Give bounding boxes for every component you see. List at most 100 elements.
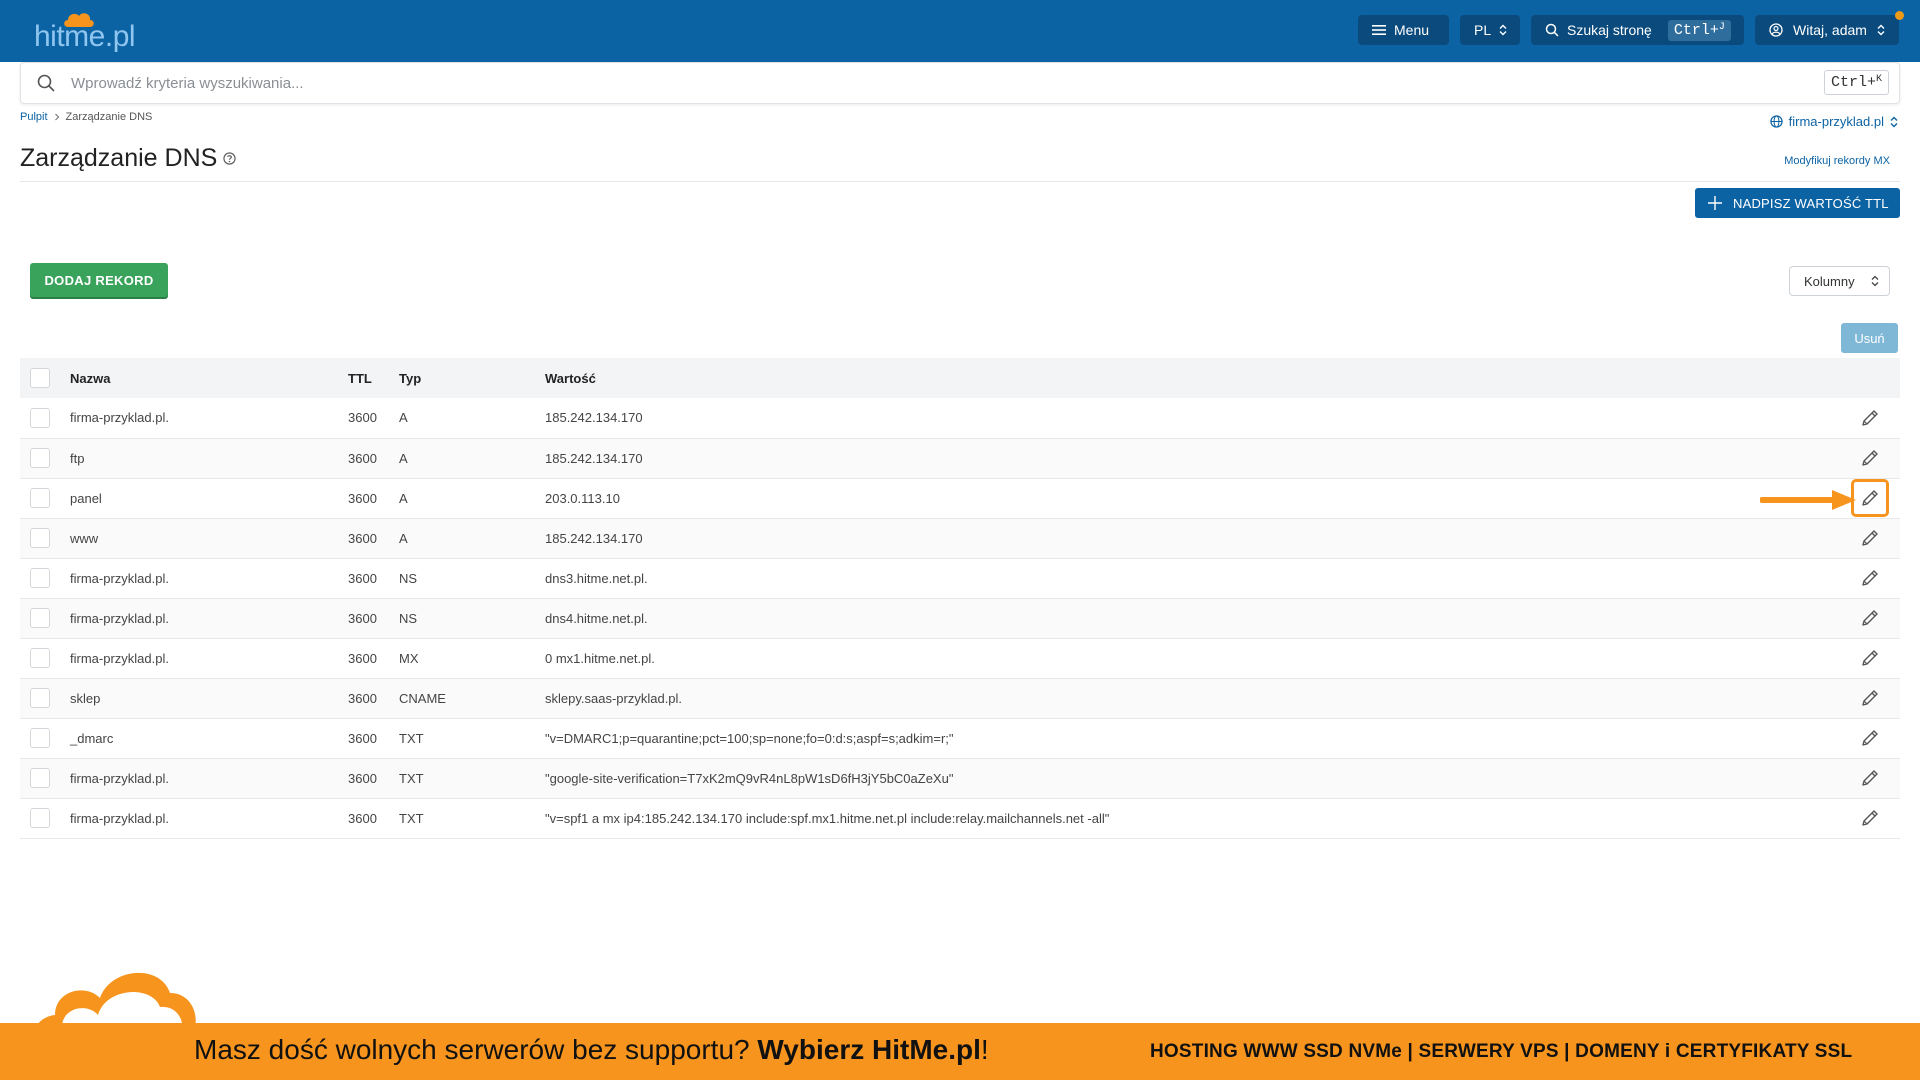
row-checkbox[interactable] (30, 488, 50, 508)
row-checkbox[interactable] (30, 808, 50, 828)
search-page-button[interactable]: Szukaj stronę Ctrl+J (1531, 15, 1744, 45)
override-ttl-button[interactable]: NADPISZ WARTOŚĆ TTL (1695, 188, 1900, 218)
record-value: 203.0.113.10 (545, 478, 1840, 519)
record-value: sklepy.saas-przyklad.pl. (545, 678, 1840, 719)
record-name: _dmarc (70, 718, 348, 759)
record-value: 185.242.134.170 (545, 518, 1840, 559)
record-name: firma-przyklad.pl. (70, 558, 348, 599)
add-record-button[interactable]: DODAJ REKORD (30, 263, 168, 297)
plus-icon (1708, 196, 1722, 210)
row-select-cell (20, 438, 70, 479)
banner-headline: Masz dość wolnych serwerów bez supportu?… (194, 1034, 989, 1066)
header-value[interactable]: Wartość (545, 358, 1840, 398)
record-type: TXT (399, 758, 545, 799)
record-name: www (70, 518, 348, 559)
edit-record-button[interactable] (1851, 439, 1889, 477)
table-row: www 3600 A 185.242.134.170 (20, 518, 1900, 559)
breadcrumb: Pulpit Zarządzanie DNS (20, 111, 152, 123)
search-icon (1545, 23, 1559, 37)
columns-button[interactable]: Kolumny (1789, 266, 1890, 296)
record-ttl: 3600 (348, 518, 399, 559)
table-row: firma-przyklad.pl. 3600 NS dns3.hitme.net.p… (20, 558, 1900, 599)
row-select-cell (20, 798, 70, 839)
row-checkbox[interactable] (30, 688, 50, 708)
pencil-icon (1862, 410, 1878, 426)
select-all-checkbox[interactable] (30, 368, 50, 388)
edit-record-button[interactable] (1851, 679, 1889, 717)
domain-selector-value: firma-przyklad.pl (1788, 114, 1884, 129)
record-value: 185.242.134.170 (545, 438, 1840, 479)
record-type: A (399, 518, 545, 559)
columns-label: Kolumny (1804, 273, 1855, 289)
row-actions (1840, 638, 1900, 679)
row-checkbox[interactable] (30, 448, 50, 468)
breadcrumb-home-link[interactable]: Pulpit (20, 111, 48, 123)
logo-text: hitme.pl (34, 20, 136, 53)
table-row: firma-przyklad.pl. 3600 MX 0 mx1.hitme.net.… (20, 638, 1900, 679)
chevron-updown-icon (1890, 116, 1898, 127)
user-menu-button[interactable]: Witaj, adam (1755, 15, 1899, 45)
search-input[interactable] (71, 71, 1571, 95)
record-name: firma-przyklad.pl. (70, 398, 348, 439)
row-actions (1840, 558, 1900, 599)
edit-record-button[interactable] (1851, 399, 1889, 437)
record-value: 185.242.134.170 (545, 398, 1840, 439)
row-actions (1840, 438, 1900, 479)
table-row: firma-przyklad.pl. 3600 NS dns4.hitme.net.p… (20, 598, 1900, 639)
record-type: NS (399, 558, 545, 599)
row-select-cell (20, 518, 70, 559)
pencil-icon (1862, 450, 1878, 466)
page-title: Zarządzanie DNS (20, 144, 236, 173)
row-checkbox[interactable] (30, 648, 50, 668)
header-type[interactable]: Typ (399, 358, 545, 398)
edit-record-button[interactable] (1851, 799, 1889, 837)
banner-text-bold: Wybierz HitMe.pl (757, 1034, 981, 1065)
edit-record-button[interactable] (1851, 759, 1889, 797)
edit-record-button[interactable] (1851, 519, 1889, 557)
edit-record-button[interactable] (1851, 599, 1889, 637)
table-row: panel 3600 A 203.0.113.10 (20, 478, 1900, 519)
edit-record-button[interactable] (1851, 639, 1889, 677)
search-page-label: Szukaj stronę (1567, 22, 1652, 38)
record-name: firma-przyklad.pl. (70, 598, 348, 639)
delete-button[interactable]: Usuń (1841, 323, 1898, 353)
table-header-row: Nazwa TTL Typ Wartość (20, 358, 1900, 398)
record-type: A (399, 438, 545, 479)
record-name: sklep (70, 678, 348, 719)
edit-record-button[interactable] (1851, 719, 1889, 757)
header-name[interactable]: Nazwa (70, 358, 348, 398)
record-value: "v=DMARC1;p=quarantine;pct=100;sp=none;f… (545, 718, 1840, 759)
row-actions (1840, 718, 1900, 759)
hitme-logo[interactable]: hitme.pl (34, 10, 136, 53)
row-checkbox[interactable] (30, 568, 50, 588)
help-icon[interactable] (223, 152, 236, 165)
row-checkbox[interactable] (30, 728, 50, 748)
menu-button[interactable]: Menu (1358, 15, 1449, 45)
notification-dot (1895, 11, 1904, 20)
row-checkbox[interactable] (30, 608, 50, 628)
row-checkbox[interactable] (30, 768, 50, 788)
record-value: dns3.hitme.net.pl. (545, 558, 1840, 599)
pencil-icon (1862, 650, 1878, 666)
search-icon (37, 74, 55, 92)
domain-selector[interactable]: firma-przyklad.pl (1769, 114, 1898, 129)
row-actions (1840, 398, 1900, 439)
pencil-icon (1862, 530, 1878, 546)
row-actions (1840, 798, 1900, 839)
table-row: firma-przyklad.pl. 3600 A 185.242.134.170 (20, 398, 1900, 439)
record-value: dns4.hitme.net.pl. (545, 598, 1840, 639)
record-name: firma-przyklad.pl. (70, 798, 348, 839)
row-select-cell (20, 638, 70, 679)
global-search-bar: Ctrl+K (20, 62, 1900, 104)
record-name: ftp (70, 438, 348, 479)
pencil-icon (1862, 570, 1878, 586)
edit-record-button[interactable] (1851, 559, 1889, 597)
row-checkbox[interactable] (30, 528, 50, 548)
header-ttl[interactable]: TTL (348, 358, 399, 398)
record-type: NS (399, 598, 545, 639)
language-select[interactable]: PL (1460, 15, 1520, 45)
record-value: "v=spf1 a mx ip4:185.242.134.170 include… (545, 798, 1840, 839)
record-ttl: 3600 (348, 678, 399, 719)
row-checkbox[interactable] (30, 407, 50, 428)
modify-mx-link[interactable]: Modyfikuj rekordy MX (1784, 155, 1890, 167)
